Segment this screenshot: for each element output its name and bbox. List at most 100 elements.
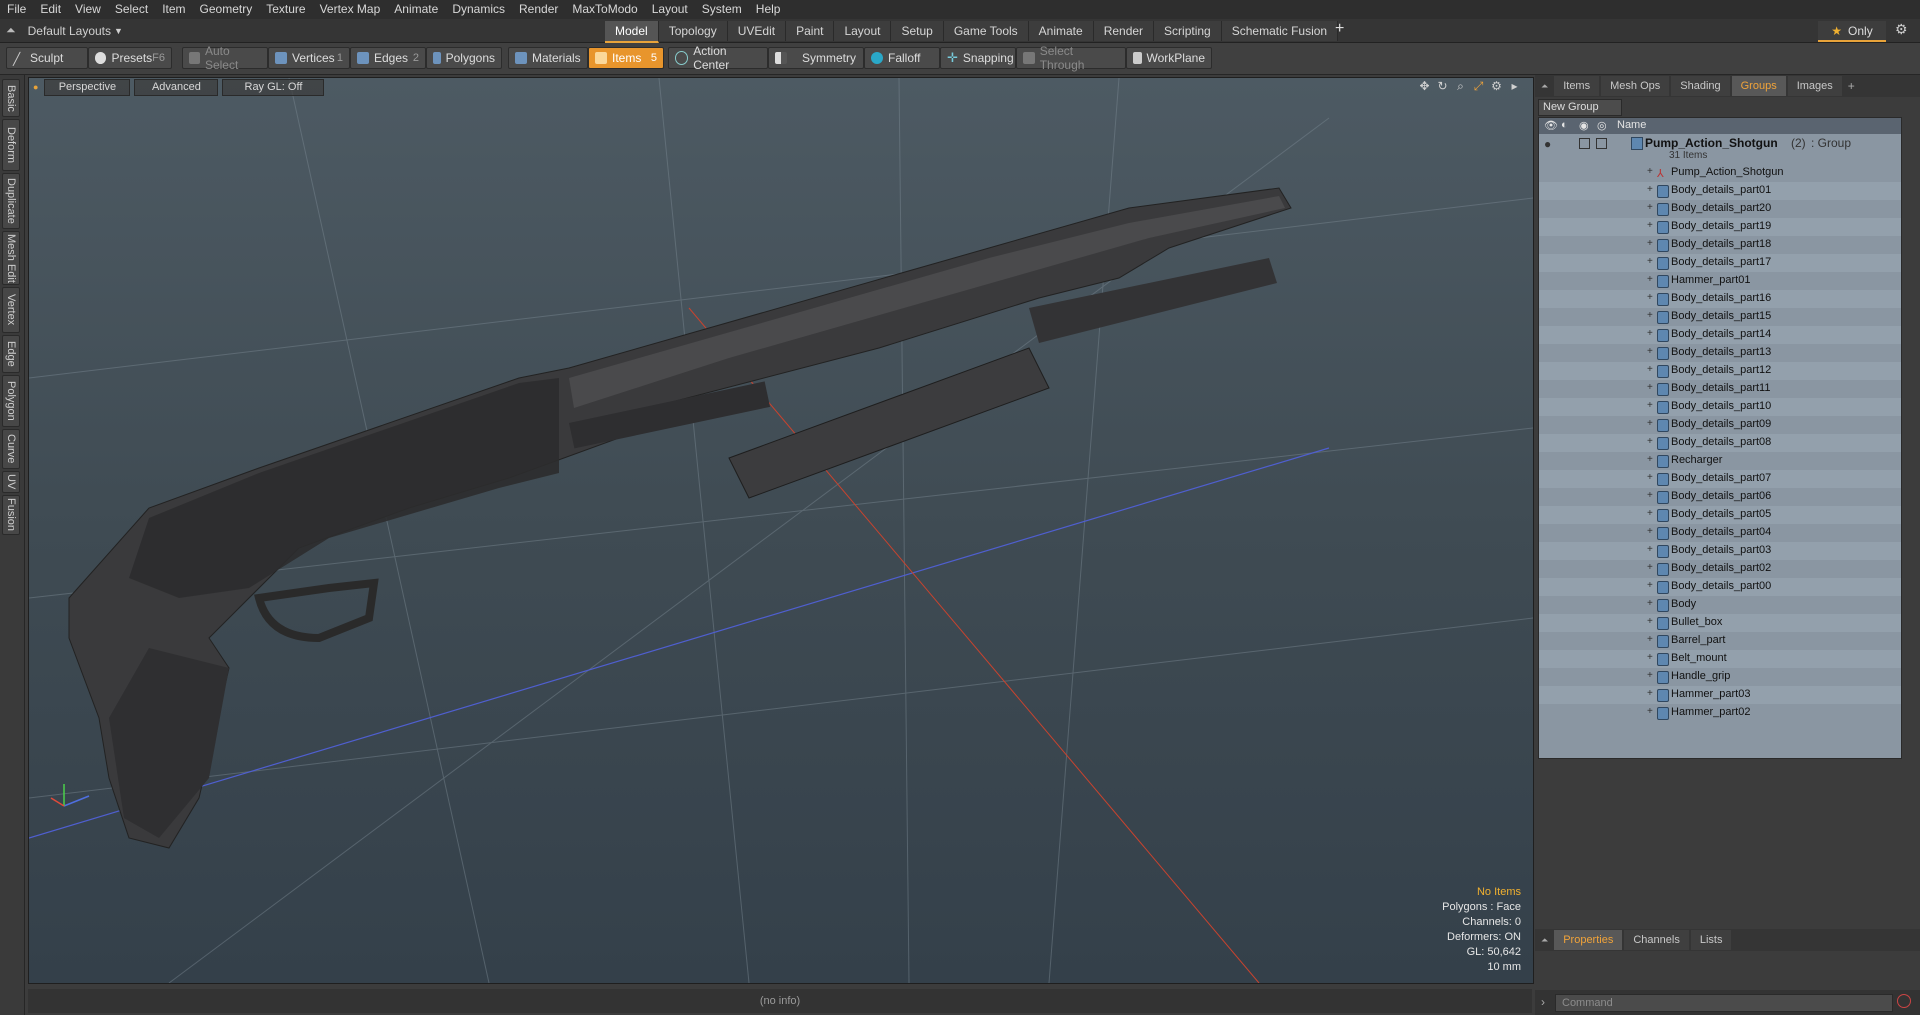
vertices-button[interactable]: Vertices 1 — [268, 47, 350, 69]
list-item[interactable]: + Body_details_part01 — [1539, 182, 1901, 200]
command-input[interactable]: Command — [1555, 994, 1893, 1012]
list-item[interactable]: + Body — [1539, 596, 1901, 614]
list-item[interactable]: + Body_details_part09 — [1539, 416, 1901, 434]
expand-icon[interactable]: + — [1647, 166, 1653, 177]
expand-icon[interactable]: + — [1647, 706, 1653, 717]
expand-icon[interactable]: + — [1647, 598, 1653, 609]
bottom-pin-icon[interactable]: ⏶ — [1541, 935, 1548, 946]
menu-item[interactable]: Edit — [33, 0, 68, 19]
left-tab[interactable]: Vertex — [2, 287, 20, 333]
expand-icon[interactable]: + — [1647, 310, 1653, 321]
viewport-menu-dot[interactable]: ● — [33, 82, 38, 92]
menu-item[interactable]: Vertex Map — [313, 0, 388, 19]
symmetry-button[interactable]: Symmetry — [768, 47, 864, 69]
mode-tab[interactable]: Model — [605, 21, 659, 43]
expand-icon[interactable]: + — [1647, 472, 1653, 483]
mode-tab[interactable]: Schematic Fusion — [1221, 21, 1339, 41]
list-item[interactable]: + Hammer_part03 — [1539, 686, 1901, 704]
new-group-button[interactable]: New Group — [1538, 99, 1622, 116]
list-item[interactable]: + Bullet_box — [1539, 614, 1901, 632]
menu-item[interactable]: Animate — [387, 0, 445, 19]
expand-icon[interactable]: + — [1647, 562, 1653, 573]
rotate-view-icon[interactable]: ↻ — [1436, 80, 1449, 93]
auto-select-button[interactable]: Auto Select — [182, 44, 268, 72]
mode-tab[interactable]: Topology — [658, 21, 728, 41]
group-visibility-icon[interactable]: ● — [1544, 137, 1551, 151]
layout-selector[interactable]: ⏶ Default Layouts ▼ — [6, 19, 123, 42]
list-item[interactable]: + ⅄ Pump_Action_Shotgun — [1539, 164, 1901, 182]
expand-icon[interactable]: + — [1647, 490, 1653, 501]
mode-tab[interactable]: Animate — [1028, 21, 1094, 41]
left-tab[interactable]: Duplicate — [2, 173, 20, 229]
bottom-panel-tab[interactable]: Properties — [1554, 930, 1623, 950]
list-item[interactable]: + Body_details_part05 — [1539, 506, 1901, 524]
snapping-button[interactable]: ✛ Snapping — [940, 47, 1016, 69]
select-through-button[interactable]: Select Through — [1016, 44, 1126, 72]
expand-icon[interactable]: + — [1647, 256, 1653, 267]
list-item[interactable]: + Body_details_part18 — [1539, 236, 1901, 254]
menu-item[interactable]: Texture — [259, 0, 312, 19]
mode-tab[interactable]: Scripting — [1154, 21, 1222, 41]
left-tab[interactable]: Basic — [2, 79, 20, 117]
panel-tab[interactable]: Images — [1787, 76, 1842, 96]
left-tab[interactable]: UV — [2, 471, 20, 493]
panel-tab[interactable]: Groups — [1731, 76, 1786, 96]
expand-icon[interactable]: + — [1647, 616, 1653, 627]
expand-icon[interactable]: + — [1647, 418, 1653, 429]
list-item[interactable]: + Belt_mount — [1539, 650, 1901, 668]
menu-item[interactable]: File — [0, 0, 33, 19]
list-item[interactable]: + Body_details_part19 — [1539, 218, 1901, 236]
falloff-button[interactable]: Falloff — [864, 47, 940, 69]
mode-tab[interactable]: Paint — [786, 21, 835, 41]
list-item[interactable]: + Body_details_part12 — [1539, 362, 1901, 380]
expand-icon[interactable]: + — [1647, 508, 1653, 519]
menu-item[interactable]: Layout — [645, 0, 695, 19]
materials-button[interactable]: Materials — [508, 47, 588, 69]
add-panel-tab-icon[interactable]: + — [1848, 79, 1855, 93]
expand-icon[interactable]: + — [1647, 292, 1653, 303]
list-item[interactable]: + Body_details_part04 — [1539, 524, 1901, 542]
left-tab[interactable]: Polygon — [2, 375, 20, 427]
expand-icon[interactable]: + — [1647, 274, 1653, 285]
edges-button[interactable]: Edges 2 — [350, 47, 426, 69]
items-button[interactable]: Items 5 — [588, 47, 664, 69]
left-tab[interactable]: Deform — [2, 119, 20, 171]
list-item[interactable]: + Body_details_part16 — [1539, 290, 1901, 308]
panel-pin-icon[interactable]: ⏶ — [1541, 81, 1548, 92]
expand-icon[interactable]: + — [1647, 364, 1653, 375]
expand-arrow-icon[interactable]: ▸ — [1508, 80, 1521, 93]
group-lock-checkbox[interactable] — [1579, 138, 1590, 149]
expand-icon[interactable]: + — [1647, 436, 1653, 447]
bottom-panel-tab[interactable]: Lists — [1690, 930, 1732, 950]
panel-tab[interactable]: Shading — [1671, 76, 1730, 96]
list-item[interactable]: + Body_details_part03 — [1539, 542, 1901, 560]
panel-tab[interactable]: Mesh Ops — [1601, 76, 1670, 96]
expand-icon[interactable]: + — [1647, 580, 1653, 591]
left-tab[interactable]: Fusion — [2, 495, 20, 535]
polygons-button[interactable]: Polygons — [426, 47, 502, 69]
expand-icon[interactable]: + — [1647, 202, 1653, 213]
list-item[interactable]: + Hammer_part02 — [1539, 704, 1901, 722]
expand-icon[interactable]: + — [1647, 220, 1653, 231]
menu-item[interactable]: Item — [155, 0, 192, 19]
menu-item[interactable]: View — [68, 0, 108, 19]
list-item[interactable]: + Body_details_part13 — [1539, 344, 1901, 362]
left-tab[interactable]: Mesh Edit — [2, 231, 20, 285]
list-item[interactable]: + Body_details_part08 — [1539, 434, 1901, 452]
menu-item[interactable]: Select — [108, 0, 155, 19]
expand-icon[interactable]: + — [1647, 688, 1653, 699]
list-item[interactable]: + Body_details_part07 — [1539, 470, 1901, 488]
menu-item[interactable]: Dynamics — [445, 0, 512, 19]
expand-icon[interactable]: + — [1647, 328, 1653, 339]
command-stop-icon[interactable] — [1897, 994, 1911, 1008]
move-view-icon[interactable]: ✥ — [1418, 80, 1431, 93]
expand-icon[interactable]: + — [1647, 184, 1653, 195]
list-item[interactable]: + Body_details_part14 — [1539, 326, 1901, 344]
presets-button[interactable]: Presets F6 — [88, 47, 172, 69]
workplane-button[interactable]: WorkPlane — [1126, 47, 1212, 69]
group-select-checkbox[interactable] — [1596, 138, 1607, 149]
list-item[interactable]: + Body_details_part10 — [1539, 398, 1901, 416]
list-item[interactable]: + Handle_grip — [1539, 668, 1901, 686]
expand-icon[interactable]: + — [1647, 382, 1653, 393]
menu-item[interactable]: Help — [749, 0, 788, 19]
